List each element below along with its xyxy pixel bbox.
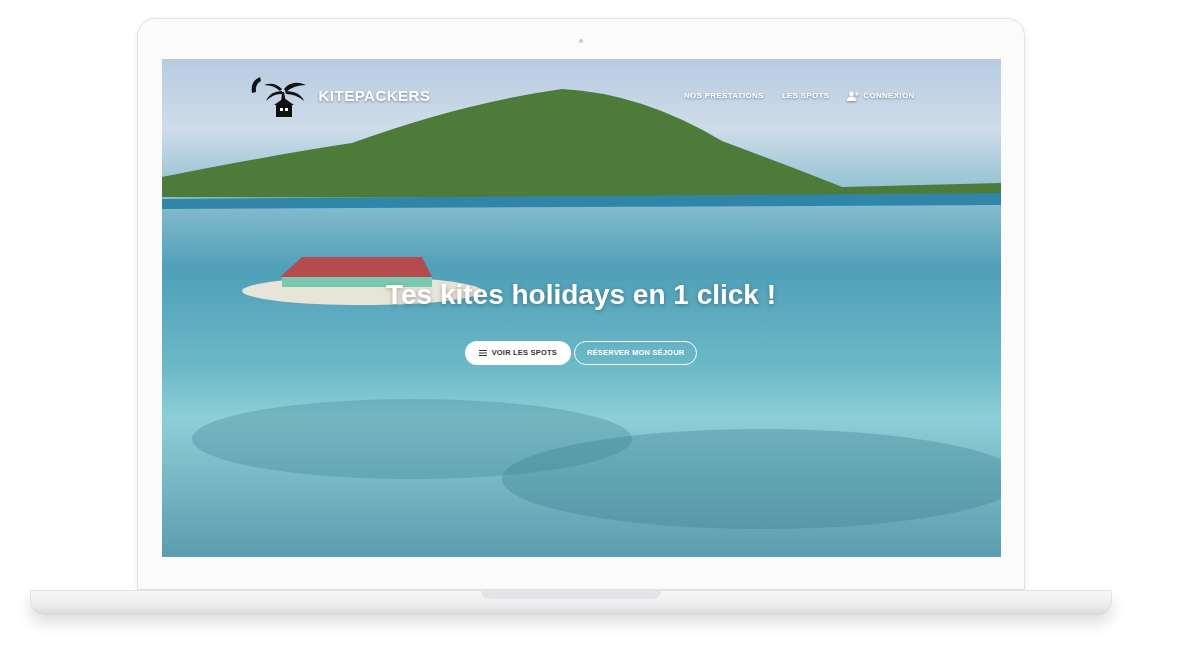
website-screen: KITEPACKERS NOS PRESTATIONS LES SPOTS CONNE… bbox=[162, 59, 1001, 557]
nav-link[interactable]: NOS PRESTATIONS bbox=[684, 90, 764, 102]
logo-text: KITEPACKERS bbox=[319, 85, 431, 108]
user-add-icon bbox=[847, 91, 859, 101]
palm-kite-logo-icon bbox=[248, 73, 310, 119]
see-spots-button[interactable]: VOIR LES SPOTS bbox=[465, 341, 571, 365]
hero: Tes kites holidays en 1 click ! VOIR LES … bbox=[162, 277, 1001, 365]
brand[interactable]: KITEPACKERS bbox=[248, 73, 431, 119]
menu-icon bbox=[479, 350, 487, 356]
trackpad-notch bbox=[481, 591, 661, 599]
camera-dot bbox=[579, 39, 583, 43]
site-content: KITEPACKERS NOS PRESTATIONS LES SPOTS CONNE… bbox=[162, 59, 1001, 557]
nav-links: NOS PRESTATIONS LES SPOTS CONNEXION bbox=[684, 90, 915, 102]
laptop-lid: KITEPACKERS NOS PRESTATIONS LES SPOTS CONNE… bbox=[137, 18, 1025, 590]
nav-link[interactable]: LES SPOTS bbox=[782, 90, 830, 102]
hero-title: Tes kites holidays en 1 click ! bbox=[386, 277, 776, 313]
book-stay-button[interactable]: RÉSERVER MON SÉJOUR bbox=[574, 341, 697, 365]
laptop-base bbox=[30, 590, 1112, 616]
navbar: KITEPACKERS NOS PRESTATIONS LES SPOTS CONNE… bbox=[162, 59, 1001, 119]
hero-buttons: VOIR LES SPOTSRÉSERVER MON SÉJOUR bbox=[465, 341, 698, 365]
nav-link[interactable]: CONNEXION bbox=[847, 90, 914, 102]
